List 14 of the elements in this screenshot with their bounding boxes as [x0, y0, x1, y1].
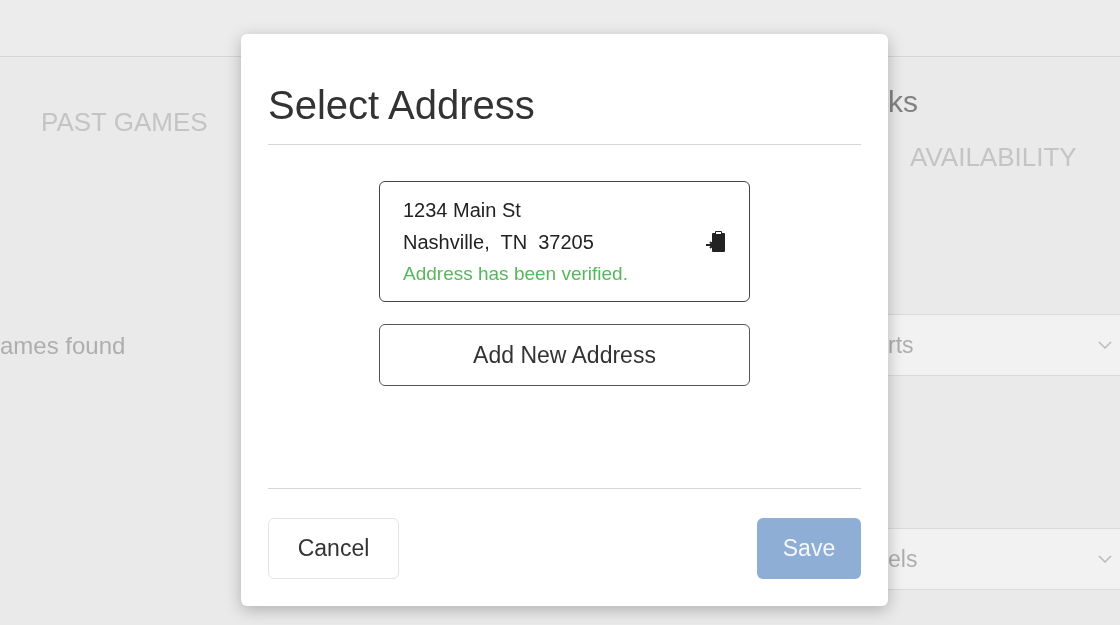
address-card[interactable]: 1234 Main St Nashville, TN 37205 Address has been verified.	[379, 181, 750, 302]
results-text: ames found	[0, 332, 126, 359]
verification-message: Address has been verified.	[403, 261, 628, 286]
chevron-down-icon	[1098, 554, 1112, 564]
chevron-down-icon	[1098, 340, 1112, 350]
address-line: 1234 Main St	[403, 197, 522, 223]
dropdown[interactable]: els	[888, 528, 1120, 590]
dropdown[interactable]: rts	[888, 314, 1120, 376]
clipboard-icon[interactable]	[705, 229, 727, 254]
address-line: Nashville, TN 37205	[403, 229, 595, 255]
dialog-title: Select Address	[268, 82, 536, 128]
section-heading: ks	[888, 85, 918, 118]
add-address-button[interactable]: Add New Address	[379, 324, 750, 386]
cancel-button[interactable]: Cancel	[268, 518, 399, 579]
